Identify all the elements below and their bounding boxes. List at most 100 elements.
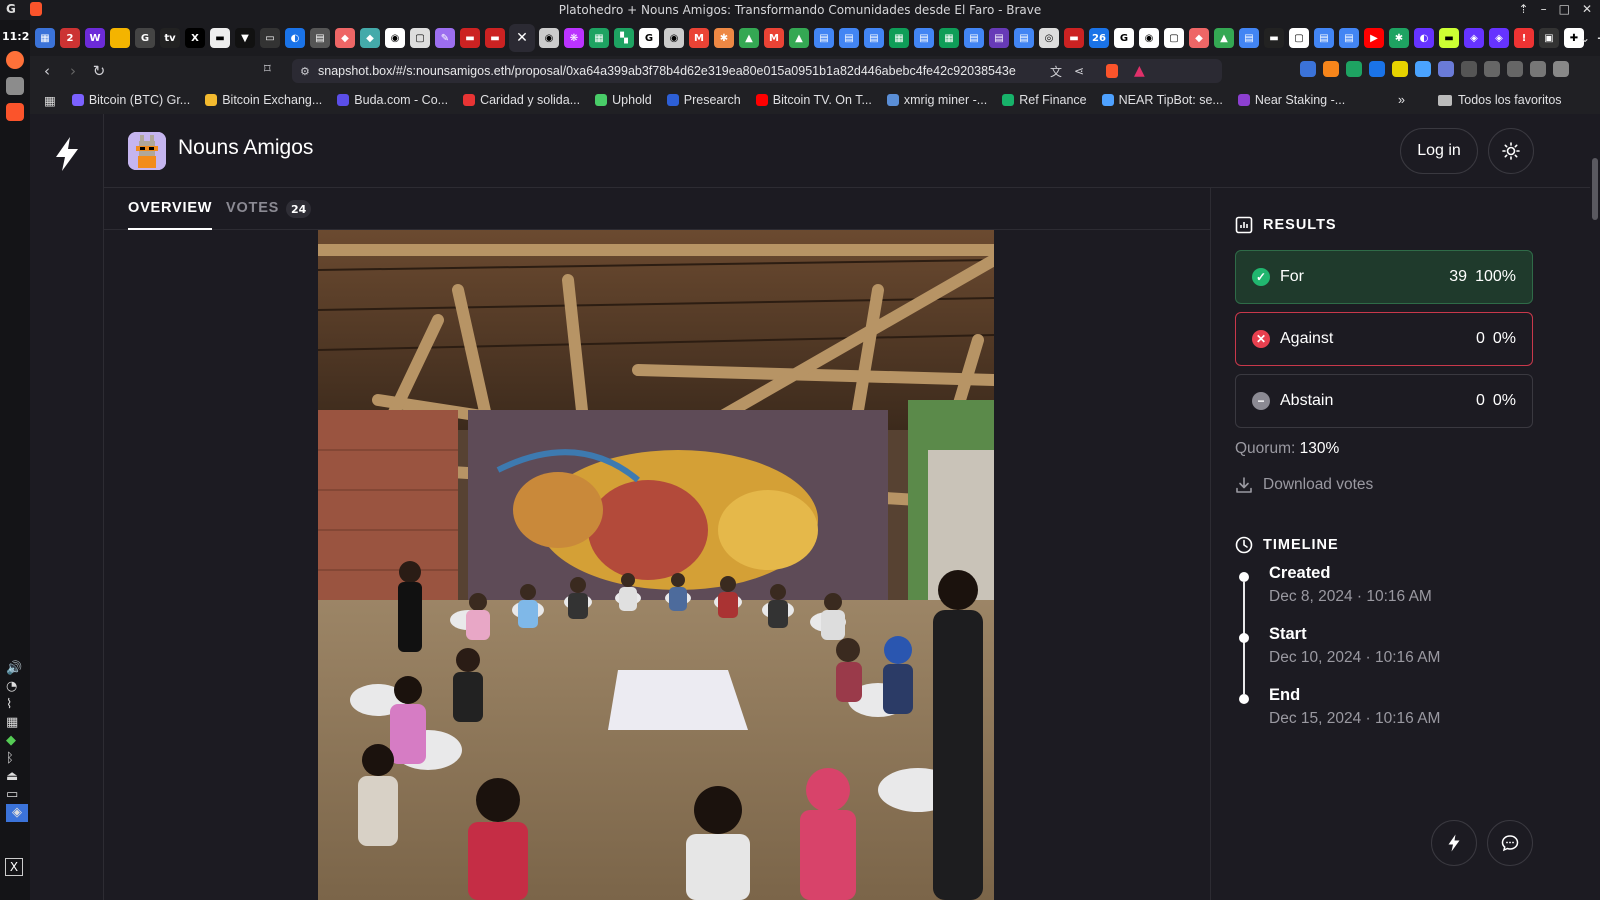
- brave-g-icon[interactable]: G: [6, 2, 16, 16]
- quick-actions-button[interactable]: [1431, 820, 1477, 866]
- tab-favicon[interactable]: ▬: [210, 28, 230, 48]
- tab-favicon[interactable]: ◐: [285, 28, 305, 48]
- chat-button[interactable]: [1487, 820, 1533, 866]
- reload-button[interactable]: ↻: [86, 62, 112, 80]
- bookmark-label[interactable]: Bitcoin Exchang...: [222, 93, 322, 107]
- tab-favicon[interactable]: ▤: [1239, 28, 1259, 48]
- tab-favicon[interactable]: ▲: [739, 28, 759, 48]
- sidebar-toggle-icon[interactable]: [1484, 61, 1500, 77]
- tab-favicon[interactable]: !: [1514, 28, 1534, 48]
- bookmark-label[interactable]: Uphold: [612, 93, 652, 107]
- bookmark-label[interactable]: Ref Finance: [1019, 93, 1086, 107]
- bookmark-label[interactable]: xmrig miner -...: [904, 93, 987, 107]
- leo-ai-icon[interactable]: [1530, 61, 1546, 77]
- shield-tray-icon[interactable]: ◆: [6, 732, 28, 750]
- bookmark-item[interactable]: Presearch: [666, 93, 741, 107]
- tab-favicon[interactable]: ▚: [614, 28, 634, 48]
- tab-favicon[interactable]: ◉: [539, 28, 559, 48]
- theme-toggle-button[interactable]: [1488, 128, 1534, 174]
- tab-favicon[interactable]: ▢: [410, 28, 430, 48]
- bookmark-item[interactable]: Caridad y solida...: [463, 93, 580, 107]
- tab-favicon[interactable]: ▤: [864, 28, 884, 48]
- tab-list-chevron-icon[interactable]: ⌄: [1580, 31, 1590, 45]
- bookmark-icon[interactable]: ⌑: [264, 62, 271, 77]
- eject-icon[interactable]: ⏏: [6, 768, 28, 786]
- extension-icon[interactable]: [1369, 61, 1385, 77]
- tab-favicon[interactable]: ✱: [714, 28, 734, 48]
- extension-icon[interactable]: [1415, 61, 1431, 77]
- minimize-button[interactable]: –: [1541, 2, 1547, 16]
- tab-favicon[interactable]: ▢: [1289, 28, 1309, 48]
- tab-favicon[interactable]: ▤: [1314, 28, 1334, 48]
- page-scrollbar[interactable]: [1590, 114, 1600, 900]
- login-button[interactable]: Log in: [1400, 128, 1478, 174]
- back-button[interactable]: ‹: [34, 62, 60, 80]
- tab-favicon[interactable]: ▣: [1539, 28, 1559, 48]
- forward-button[interactable]: ›: [60, 62, 86, 80]
- tab-favicon[interactable]: ▦: [939, 28, 959, 48]
- bookmark-item[interactable]: xmrig miner -...: [886, 93, 987, 107]
- apps-grid-icon[interactable]: ▦: [44, 93, 56, 108]
- tab-favicon[interactable]: ◎: [1039, 28, 1059, 48]
- tab-overview[interactable]: OVERVIEW: [128, 200, 213, 230]
- tab-favicon[interactable]: ▤: [989, 28, 1009, 48]
- bookmark-item[interactable]: Uphold: [595, 93, 652, 107]
- volume-icon[interactable]: 🔊: [6, 660, 28, 678]
- tab-favicon[interactable]: ◆: [335, 28, 355, 48]
- brave-tray-icon[interactable]: ◈: [6, 804, 28, 822]
- brave-shields-icon[interactable]: [1106, 64, 1118, 78]
- up-arrow-icon[interactable]: ⇡: [1519, 2, 1529, 16]
- tab-favicon[interactable]: ▬: [1439, 28, 1459, 48]
- bookmark-item[interactable]: Bitcoin TV. On T...: [755, 93, 872, 107]
- extension-icon[interactable]: [1346, 61, 1362, 77]
- tab-favicon[interactable]: M: [764, 28, 784, 48]
- extension-icon[interactable]: [1300, 61, 1316, 77]
- extension-icon[interactable]: [1438, 61, 1454, 77]
- bookmark-label[interactable]: Presearch: [684, 93, 741, 107]
- bookmark-item[interactable]: Buda.com - Co...: [337, 93, 448, 107]
- wifi-icon[interactable]: ◔: [6, 678, 28, 696]
- url-text[interactable]: snapshot.box/#/s:nounsamigos.eth/proposa…: [292, 64, 1016, 78]
- metamask-icon[interactable]: [1323, 61, 1339, 77]
- bookmark-item[interactable]: Bitcoin Exchang...: [205, 93, 322, 107]
- tab-favicon[interactable]: G: [1114, 28, 1134, 48]
- tab-favicon[interactable]: ▭: [260, 28, 280, 48]
- tab-favicon[interactable]: ◐: [1414, 28, 1434, 48]
- tab-favicon[interactable]: X: [185, 28, 205, 48]
- extension-icon[interactable]: [1392, 61, 1408, 77]
- tab-favicon[interactable]: ▲: [789, 28, 809, 48]
- share-icon[interactable]: ⋖: [1074, 64, 1084, 78]
- new-tab-icon[interactable]: +: [1596, 28, 1600, 49]
- tab-favicon[interactable]: ▤: [814, 28, 834, 48]
- active-tab-close-icon[interactable]: ✕: [509, 24, 535, 52]
- snapshot-bolt-icon[interactable]: [52, 136, 82, 172]
- tab-favicon[interactable]: ▤: [964, 28, 984, 48]
- attach-icon[interactable]: ⌇: [6, 696, 28, 714]
- tab-favicon[interactable]: ◈: [1489, 28, 1509, 48]
- tab-favicon[interactable]: W: [85, 28, 105, 48]
- tab-favicon[interactable]: ▲: [1214, 28, 1234, 48]
- tab-favicon[interactable]: ◆: [1189, 28, 1209, 48]
- firefox-icon[interactable]: [6, 51, 24, 69]
- brave-icon[interactable]: [6, 103, 24, 121]
- space-avatar[interactable]: [128, 132, 166, 170]
- bookmark-label[interactable]: Buda.com - Co...: [354, 93, 448, 107]
- tab-favicon[interactable]: ✎: [435, 28, 455, 48]
- tab-favicon[interactable]: 26: [1089, 28, 1109, 48]
- wallet-icon[interactable]: [1507, 61, 1523, 77]
- tab-favicon[interactable]: ▦: [889, 28, 909, 48]
- brave-rewards-icon[interactable]: ▲: [1134, 63, 1145, 79]
- tab-favicon[interactable]: tv: [160, 28, 180, 48]
- address-bar[interactable]: ⚙ snapshot.box/#/s:nounsamigos.eth/propo…: [292, 59, 1222, 83]
- tab-favicon[interactable]: ▢: [1164, 28, 1184, 48]
- x-app-icon[interactable]: X: [5, 858, 23, 876]
- translate-icon[interactable]: 文: [1050, 63, 1062, 80]
- tab-favicon[interactable]: ▤: [310, 28, 330, 48]
- tab-favicon[interactable]: ▶: [1364, 28, 1384, 48]
- tab-favicon[interactable]: ▬: [460, 28, 480, 48]
- drive-icon[interactable]: ▭: [6, 786, 28, 804]
- bookmark-label[interactable]: Bitcoin TV. On T...: [773, 93, 872, 107]
- menu-icon[interactable]: [1553, 61, 1569, 77]
- download-votes-label[interactable]: Download votes: [1263, 476, 1373, 494]
- tab-favicon[interactable]: ▬: [1064, 28, 1084, 48]
